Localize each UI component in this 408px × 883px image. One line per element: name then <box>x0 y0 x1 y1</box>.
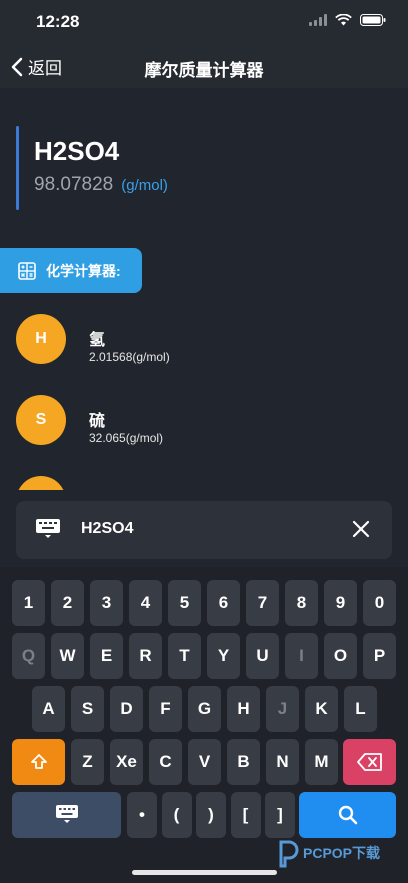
element-symbol-badge: O <box>16 476 66 490</box>
chemistry-calculator-tab[interactable]: 化学计算器: <box>0 248 142 293</box>
key-4[interactable]: 4 <box>129 580 162 626</box>
formula-input[interactable]: H2SO4 <box>81 520 133 538</box>
element-keyboard: 1 2 3 4 5 6 7 8 9 0 Q W E R T Y U I O P A S D F G H J K L Z Xe C V B N M •()… <box>0 567 408 883</box>
list-item[interactable]: H 氢 2.01568(g/mol) <box>16 308 396 364</box>
key-close-paren[interactable]: ) <box>196 792 226 838</box>
key-m[interactable]: M <box>305 739 338 785</box>
hide-keyboard-button[interactable] <box>12 792 121 838</box>
element-name: 氧 <box>89 488 105 490</box>
key-q[interactable]: Q <box>12 633 45 679</box>
watermark-text: PCPOP下载 <box>303 845 381 861</box>
key-open-bracket[interactable]: [ <box>230 792 261 838</box>
pcpop-logo-icon <box>279 840 299 868</box>
status-time: 12:28 <box>36 12 80 31</box>
molar-mass-unit: (g/mol) <box>121 177 168 194</box>
backspace-icon <box>356 753 382 771</box>
close-icon[interactable] <box>352 520 370 538</box>
key-y[interactable]: Y <box>207 633 240 679</box>
key-r[interactable]: R <box>129 633 162 679</box>
key-6[interactable]: 6 <box>207 580 240 626</box>
calculator-tab-label: 化学计算器: <box>46 262 121 279</box>
key-1[interactable]: 1 <box>12 580 45 626</box>
key-t[interactable]: T <box>168 633 201 679</box>
key-8[interactable]: 8 <box>285 580 318 626</box>
molar-mass-value: 98.07828 <box>34 174 114 195</box>
element-mass: 32.065(g/mol) <box>89 431 164 445</box>
key-e[interactable]: E <box>90 633 123 679</box>
key-n[interactable]: N <box>266 739 299 785</box>
key-9[interactable]: 9 <box>324 580 357 626</box>
key-2[interactable]: 2 <box>51 580 84 626</box>
element-symbol-badge: H <box>16 314 66 364</box>
signal-icon <box>309 14 327 26</box>
formula-display: H2SO4 <box>34 136 120 166</box>
key-o[interactable]: O <box>324 633 357 679</box>
key-open-paren[interactable]: ( <box>161 792 192 838</box>
keyboard-hide-icon <box>55 805 78 823</box>
result-card: H2SO4 98.07828 (g/mol) <box>0 88 408 238</box>
search-icon <box>338 805 357 825</box>
battery-icon <box>360 14 386 26</box>
shift-icon <box>30 754 47 769</box>
key-j[interactable]: J <box>266 686 299 732</box>
result-accent-bar <box>16 126 19 210</box>
keyboard-icon[interactable] <box>36 519 60 539</box>
key-b[interactable]: B <box>227 739 260 785</box>
element-symbol-badge: S <box>16 395 66 445</box>
key-w[interactable]: W <box>51 633 84 679</box>
element-name: 硫 <box>89 413 106 430</box>
key-c[interactable]: C <box>149 739 182 785</box>
key-dot[interactable]: • <box>127 792 157 838</box>
key-k[interactable]: K <box>305 686 338 732</box>
key-3[interactable]: 3 <box>90 580 123 626</box>
element-name: 氢 <box>89 332 106 349</box>
delete-key[interactable] <box>343 739 396 785</box>
key-h[interactable]: H <box>227 686 260 732</box>
key-xe[interactable]: Xe <box>110 739 143 785</box>
shift-key[interactable] <box>12 739 65 785</box>
key-l[interactable]: L <box>344 686 377 732</box>
key-d[interactable]: D <box>110 686 143 732</box>
key-f[interactable]: F <box>149 686 182 732</box>
key-close-bracket[interactable]: ] <box>265 792 295 838</box>
key-i[interactable]: I <box>285 633 318 679</box>
status-bar: 12:28 <box>0 0 408 44</box>
list-item[interactable]: S 硫 32.065(g/mol) <box>16 389 396 445</box>
key-7[interactable]: 7 <box>246 580 279 626</box>
key-a[interactable]: A <box>32 686 65 732</box>
wifi-icon <box>335 14 352 26</box>
key-0[interactable]: 0 <box>363 580 396 626</box>
watermark-logo: PCPOP下载 <box>275 838 380 868</box>
status-icons <box>309 14 386 26</box>
key-g[interactable]: G <box>188 686 221 732</box>
list-item[interactable]: O 氧 <box>16 470 396 490</box>
element-mass: 2.01568(g/mol) <box>89 350 170 364</box>
molar-mass-row: 98.07828 (g/mol) <box>34 174 168 196</box>
nav-bar: 返回 摩尔质量计算器 <box>0 44 408 88</box>
search-button[interactable] <box>299 792 396 838</box>
formula-input-bar[interactable]: H2SO4 <box>16 501 392 559</box>
key-v[interactable]: V <box>188 739 221 785</box>
key-s[interactable]: S <box>71 686 104 732</box>
key-p[interactable]: P <box>363 633 396 679</box>
key-z[interactable]: Z <box>71 739 104 785</box>
page-title: 摩尔质量计算器 <box>144 61 264 80</box>
home-indicator <box>132 870 277 875</box>
element-list: H 氢 2.01568(g/mol) S 硫 32.065(g/mol) O 氧 <box>0 300 408 490</box>
key-u[interactable]: U <box>246 633 279 679</box>
calculator-icon <box>18 261 36 280</box>
key-5[interactable]: 5 <box>168 580 201 626</box>
